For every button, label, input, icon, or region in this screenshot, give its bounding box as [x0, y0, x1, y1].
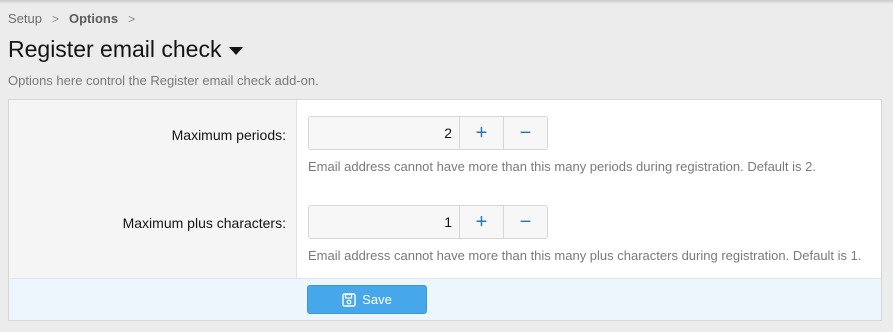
breadcrumb-separator: > [128, 11, 136, 26]
save-button[interactable]: Save [307, 285, 427, 314]
max-plus-stepper: + − [308, 205, 548, 239]
options-form: Maximum periods: Maximum plus characters… [8, 99, 882, 321]
form-footer: Save [9, 278, 881, 320]
top-shadow [0, 0, 893, 4]
max-periods-stepper: + − [308, 116, 548, 150]
label-column: Maximum periods: Maximum plus characters… [9, 100, 297, 278]
max-plus-input[interactable] [309, 206, 459, 238]
title-row[interactable]: Register email check [8, 36, 244, 63]
max-periods-increment-button[interactable]: + [459, 117, 503, 149]
breadcrumb: Setup > Options > [8, 11, 145, 26]
max-plus-hint: Email address cannot have more than this… [308, 248, 862, 263]
page-description: Options here control the Register email … [8, 73, 319, 88]
breadcrumb-setup[interactable]: Setup [8, 11, 42, 26]
max-periods-label: Maximum periods: [171, 127, 286, 143]
breadcrumb-separator: > [51, 11, 59, 26]
max-periods-input[interactable] [309, 117, 459, 149]
max-plus-label: Maximum plus characters: [122, 215, 286, 231]
page-title: Register email check [8, 36, 222, 62]
max-plus-increment-button[interactable]: + [459, 206, 503, 238]
save-icon [342, 292, 356, 307]
max-plus-decrement-button[interactable]: − [503, 206, 547, 238]
caret-down-icon[interactable] [229, 47, 244, 55]
save-button-label: Save [362, 292, 392, 307]
max-periods-hint: Email address cannot have more than this… [308, 159, 816, 174]
max-periods-decrement-button[interactable]: − [503, 117, 547, 149]
breadcrumb-options[interactable]: Options [69, 11, 118, 26]
